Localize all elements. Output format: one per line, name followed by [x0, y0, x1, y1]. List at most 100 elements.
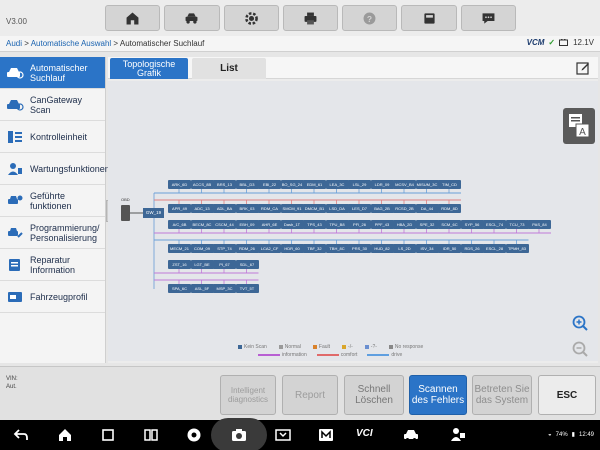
tab-topology[interactable]: Topologische Grafik: [110, 58, 188, 79]
module-node[interactable]: EBH_09: [235, 220, 259, 229]
module-node[interactable]: BRK_03: [235, 204, 259, 213]
save-button[interactable]: [401, 5, 457, 31]
enter-system-button[interactable]: Betreten Sie das System: [472, 375, 532, 415]
module-node[interactable]: TCU_73: [505, 220, 529, 229]
gateway-node[interactable]: GW_19: [143, 208, 164, 218]
settings-button[interactable]: [223, 5, 279, 31]
module-node[interactable]: TPS_43: [303, 220, 326, 229]
maxisys-home-icon[interactable]: [318, 427, 334, 443]
home-icon[interactable]: [57, 427, 73, 443]
camera-icon[interactable]: [231, 427, 247, 443]
module-node[interactable]: BAG_2B: [370, 204, 394, 213]
module-node[interactable]: SMCM_91: [280, 204, 304, 213]
sidebar-item-wartungsfunktionen[interactable]: Wartungsfunktionen: [0, 153, 110, 185]
module-node[interactable]: ASL_5F: [190, 284, 214, 293]
module-node[interactable]: APR_49: [168, 204, 191, 213]
module-node[interactable]: PFI_26: [348, 220, 371, 229]
module-node[interactable]: ADC_13: [190, 204, 214, 213]
module-node[interactable]: TBF_32: [303, 244, 326, 253]
module-node[interactable]: LES_D7: [348, 204, 371, 213]
module-node[interactable]: PRS_30: [348, 244, 371, 253]
edit-icon[interactable]: [576, 61, 590, 75]
module-node[interactable]: RDM_26: [235, 244, 259, 253]
module-node[interactable]: COM_09: [190, 244, 214, 253]
back-icon[interactable]: [13, 427, 29, 443]
module-node[interactable]: RDM_CA: [258, 204, 281, 213]
module-node[interactable]: LSL_29: [348, 180, 371, 189]
chat-button[interactable]: [460, 5, 516, 31]
help-button[interactable]: ?: [342, 5, 398, 31]
report-button[interactable]: Report: [282, 375, 338, 415]
module-node[interactable]: SPA_6C: [168, 284, 191, 293]
sidebar-item-gefuehrte-funktionen[interactable]: Geführte funktionen: [0, 185, 105, 217]
chrome-browser-icon[interactable]: [186, 427, 202, 443]
module-node[interactable]: ISV_34: [415, 244, 439, 253]
translate-button[interactable]: A: [563, 108, 595, 144]
module-node[interactable]: SCM_6C: [438, 220, 461, 229]
module-node[interactable]: ARK_6D: [168, 180, 191, 189]
esc-button[interactable]: ESC: [538, 375, 596, 415]
vehicle-icon[interactable]: [403, 427, 419, 443]
module-node[interactable]: PPF_43: [370, 220, 394, 229]
module-node[interactable]: EBI_22: [258, 180, 281, 189]
module-node[interactable]: LCA2_CF: [258, 244, 281, 253]
scan-faults-button[interactable]: Scannen des Fehlers: [409, 375, 467, 415]
sidebar-item-reparatur-information[interactable]: Reparatur Information: [0, 249, 105, 281]
module-node[interactable]: LDR_09: [370, 180, 394, 189]
split-screen-icon[interactable]: [143, 427, 159, 443]
module-node[interactable]: TVT_5T: [235, 284, 259, 293]
module-node[interactable]: LSD_DA: [325, 204, 349, 213]
module-node[interactable]: EDM_61: [303, 180, 326, 189]
intelligent-diagnostics-button[interactable]: Intelligent diagnostics: [220, 375, 276, 415]
module-node[interactable]: MECM_21: [168, 244, 191, 253]
module-node[interactable]: HDR_60: [280, 244, 304, 253]
recent-apps-icon[interactable]: [100, 427, 116, 443]
module-node[interactable]: PI_67: [213, 260, 236, 269]
module-node[interactable]: STP_74: [213, 244, 236, 253]
module-node[interactable]: TBH_8C: [325, 244, 349, 253]
module-node[interactable]: ESCL_28: [483, 244, 506, 253]
module-node[interactable]: DMCM_B1: [303, 204, 326, 213]
breadcrumb-link-audi[interactable]: Audi: [6, 39, 22, 48]
technician-icon[interactable]: [450, 427, 466, 443]
home-button[interactable]: [105, 5, 161, 31]
module-node[interactable]: HBA_2D: [393, 220, 416, 229]
module-node[interactable]: PAS_84: [528, 220, 551, 229]
module-node[interactable]: ESCL_74: [483, 220, 506, 229]
module-node[interactable]: ACCS_8B: [190, 180, 214, 189]
vci-manager-icon[interactable]: VCI: [356, 428, 373, 439]
module-node[interactable]: SPE_32: [415, 220, 439, 229]
module-node[interactable]: DA_44: [415, 204, 439, 213]
module-node[interactable]: BBL_D3: [235, 180, 259, 189]
breadcrumb-link-auto-select[interactable]: Automatische Auswahl: [31, 39, 112, 48]
module-node[interactable]: MSP_3C: [213, 284, 236, 293]
sidebar-item-fahrzeugprofil[interactable]: Fahrzeugprofil: [0, 281, 105, 313]
module-node[interactable]: RCSD_2B: [393, 204, 416, 213]
module-node[interactable]: LGT_BE: [190, 260, 214, 269]
tab-list[interactable]: List: [192, 58, 266, 79]
module-node[interactable]: SDL_67: [235, 260, 259, 269]
module-node[interactable]: ADL_BA: [213, 204, 236, 213]
module-node[interactable]: LS_2D: [393, 244, 416, 253]
sidebar-item-cangateway-scan[interactable]: CanGateway Scan: [0, 89, 105, 121]
module-node[interactable]: BO_SG_24: [280, 180, 304, 189]
module-node[interactable]: LEA_3C: [325, 180, 349, 189]
vehicle-swap-button[interactable]: [164, 5, 220, 31]
module-node[interactable]: SYP_56: [460, 220, 484, 229]
module-node[interactable]: MCSV_B4: [393, 180, 416, 189]
module-node[interactable]: CSCM_44: [213, 220, 236, 229]
module-node[interactable]: RDS_26: [460, 244, 484, 253]
screen-record-icon[interactable]: [275, 427, 291, 443]
module-node[interactable]: A/C_6B: [168, 220, 191, 229]
sidebar-item-programmierung[interactable]: Programmierung/ Personalisierung: [0, 217, 105, 249]
module-node[interactable]: AHR_6E: [258, 220, 281, 229]
zoom-in-icon[interactable]: [572, 315, 588, 331]
module-node[interactable]: MISUM_3C: [415, 180, 439, 189]
module-node[interactable]: Dash_1T: [280, 220, 304, 229]
module-node[interactable]: TPU_B8: [325, 220, 349, 229]
module-node[interactable]: TPMH_83: [505, 244, 529, 253]
quick-clear-button[interactable]: Schnell Löschen: [344, 375, 404, 415]
module-node[interactable]: ZST_16: [168, 260, 191, 269]
module-node[interactable]: BECM_8C: [190, 220, 214, 229]
module-node[interactable]: HUD_82: [370, 244, 394, 253]
